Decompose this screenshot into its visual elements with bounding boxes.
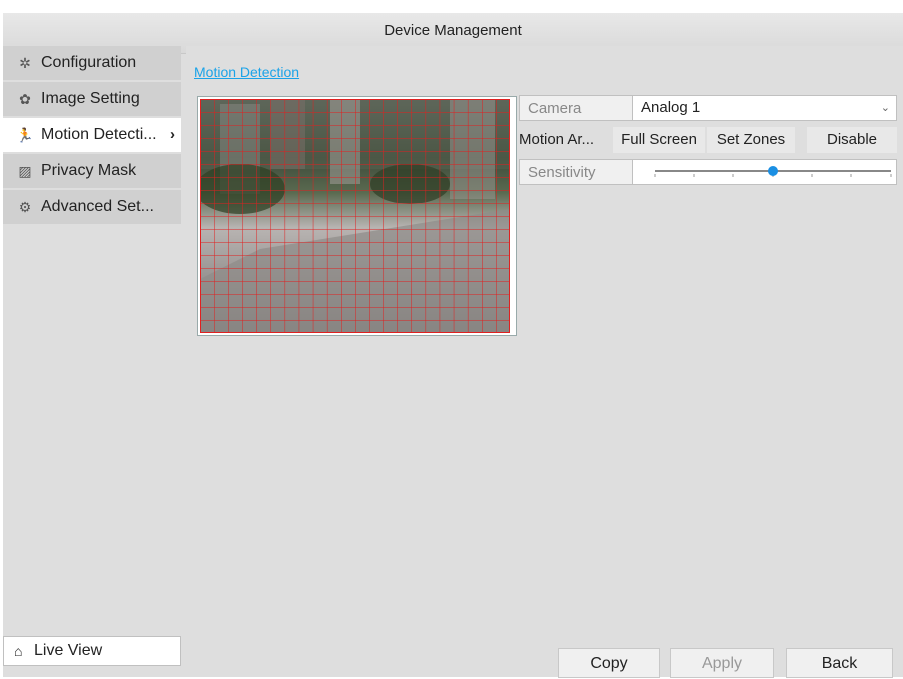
sensitivity-row: Sensitivity — [519, 159, 897, 185]
running-man-icon: 🏃 — [16, 127, 34, 143]
apply-button[interactable]: Apply — [670, 648, 774, 678]
home-icon: ⌂ — [14, 643, 23, 659]
gears-icon: ⚙ — [18, 199, 32, 215]
chevron-right-icon: › — [170, 126, 175, 143]
sidebar-item-label: Image Setting — [41, 90, 140, 107]
sensitivity-label: Sensitivity — [519, 159, 633, 185]
camera-select-value: Analog 1 — [641, 99, 701, 116]
camera-select[interactable]: Analog 1 ⌄ — [632, 95, 897, 121]
sidebar-item-label: Configuration — [41, 54, 137, 71]
gear-icon: ✲ — [19, 55, 31, 71]
detection-grid[interactable] — [200, 99, 510, 333]
live-view-button[interactable]: ⌂ Live View — [3, 636, 181, 666]
set-zones-button[interactable]: Set Zones — [707, 127, 795, 153]
sidebar-item-label: Advanced Set... — [41, 198, 154, 215]
live-view-label: Live View — [34, 642, 103, 659]
chevron-down-icon: ⌄ — [880, 102, 890, 114]
disable-button[interactable]: Disable — [807, 127, 897, 153]
back-button[interactable]: Back — [786, 648, 893, 678]
mask-icon: ▨ — [18, 163, 32, 179]
sidebar-item-label: Privacy Mask — [41, 162, 137, 179]
sidebar-item-advanced-settings[interactable]: ⚙ Advanced Set... — [3, 190, 181, 224]
motion-area-row: Motion Ar... Full Screen Set Zones Disab… — [519, 127, 897, 153]
full-screen-button[interactable]: Full Screen — [613, 127, 705, 153]
palette-icon: ✿ — [19, 91, 31, 107]
motion-area-label: Motion Ar... — [519, 131, 595, 148]
slider-graphic — [654, 166, 892, 177]
camera-image — [200, 99, 510, 333]
motion-detection-tab[interactable]: Motion Detection — [194, 64, 299, 80]
sidebar-item-image-setting[interactable]: ✿ Image Setting — [3, 82, 181, 116]
sensitivity-slider[interactable] — [632, 159, 897, 185]
camera-preview[interactable] — [197, 96, 517, 336]
slider-handle[interactable] — [768, 166, 778, 176]
sidebar-item-privacy-mask[interactable]: ▨ Privacy Mask — [3, 154, 181, 188]
copy-button[interactable]: Copy — [558, 648, 660, 678]
sidebar-item-motion-detection[interactable]: 🏃 Motion Detecti... › — [3, 118, 181, 152]
sidebar-item-label: Motion Detecti... — [41, 126, 157, 143]
sidebar-item-configuration[interactable]: ✲ Configuration — [3, 46, 181, 80]
sidebar: ✲ Configuration ✿ Image Setting 🏃 Motion… — [3, 46, 181, 226]
camera-label: Camera — [519, 95, 633, 121]
camera-row: Camera Analog 1 ⌄ — [519, 95, 897, 121]
